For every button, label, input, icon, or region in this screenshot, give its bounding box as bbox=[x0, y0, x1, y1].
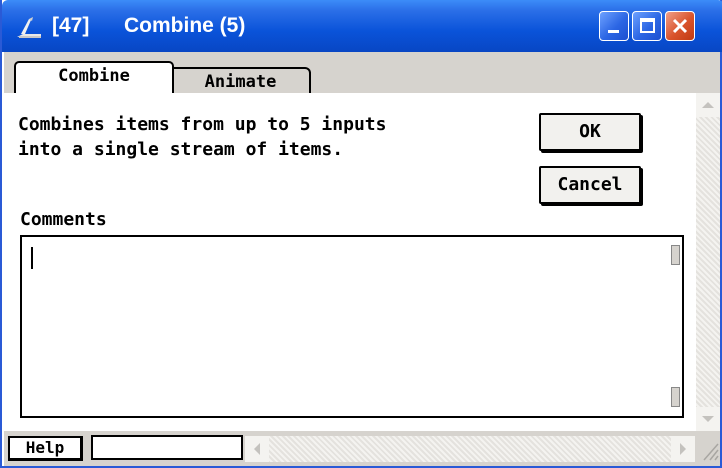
resize-grip-icon[interactable] bbox=[696, 436, 720, 462]
close-button[interactable] bbox=[665, 11, 695, 41]
tab-combine[interactable]: Combine bbox=[14, 61, 174, 94]
maximize-icon bbox=[640, 18, 655, 33]
window-id: [47] bbox=[52, 14, 90, 37]
horizontal-scrollbar[interactable] bbox=[245, 436, 695, 462]
minimize-icon bbox=[608, 30, 619, 33]
scroll-up-button[interactable] bbox=[696, 93, 720, 117]
description-text: Combines items from up to 5 inputs into … bbox=[18, 112, 498, 162]
vertical-scroll-track[interactable] bbox=[696, 93, 720, 431]
tab-animate[interactable]: Animate bbox=[172, 67, 311, 95]
status-field[interactable] bbox=[91, 435, 243, 460]
maximize-button[interactable] bbox=[632, 11, 662, 41]
comments-label: Comments bbox=[20, 209, 107, 230]
scroll-right-button[interactable] bbox=[671, 436, 695, 462]
scroll-up-arrow-icon bbox=[702, 102, 714, 108]
scroll-left-arrow-icon bbox=[254, 443, 260, 455]
close-icon bbox=[672, 18, 688, 34]
description-line-1: Combines items from up to 5 inputs bbox=[18, 114, 387, 135]
dialog-window: [47] Combine (5) Animate Combine Combine… bbox=[0, 0, 722, 468]
scroll-down-arrow-icon bbox=[702, 416, 714, 422]
scroll-left-button[interactable] bbox=[245, 436, 269, 462]
comments-scroll-top-marker bbox=[671, 245, 680, 265]
vertical-scrollbar[interactable] bbox=[696, 93, 720, 431]
app-icon bbox=[17, 17, 41, 38]
minimize-button[interactable] bbox=[599, 11, 629, 41]
scroll-down-button[interactable] bbox=[696, 407, 720, 431]
text-caret bbox=[31, 247, 33, 269]
description-line-2: into a single stream of items. bbox=[18, 139, 344, 160]
title-bar[interactable]: [47] Combine (5) bbox=[2, 0, 722, 52]
comments-scrollbar[interactable] bbox=[668, 237, 682, 416]
comments-scroll-bottom-marker bbox=[671, 387, 680, 407]
tab-strip: Animate Combine bbox=[4, 52, 720, 95]
scroll-right-arrow-icon bbox=[680, 443, 686, 455]
comments-textarea[interactable] bbox=[20, 235, 684, 418]
ok-button[interactable]: OK bbox=[539, 113, 641, 151]
window-title: Combine (5) bbox=[124, 14, 246, 37]
cancel-button[interactable]: Cancel bbox=[539, 166, 641, 204]
help-button[interactable]: Help bbox=[8, 436, 83, 461]
